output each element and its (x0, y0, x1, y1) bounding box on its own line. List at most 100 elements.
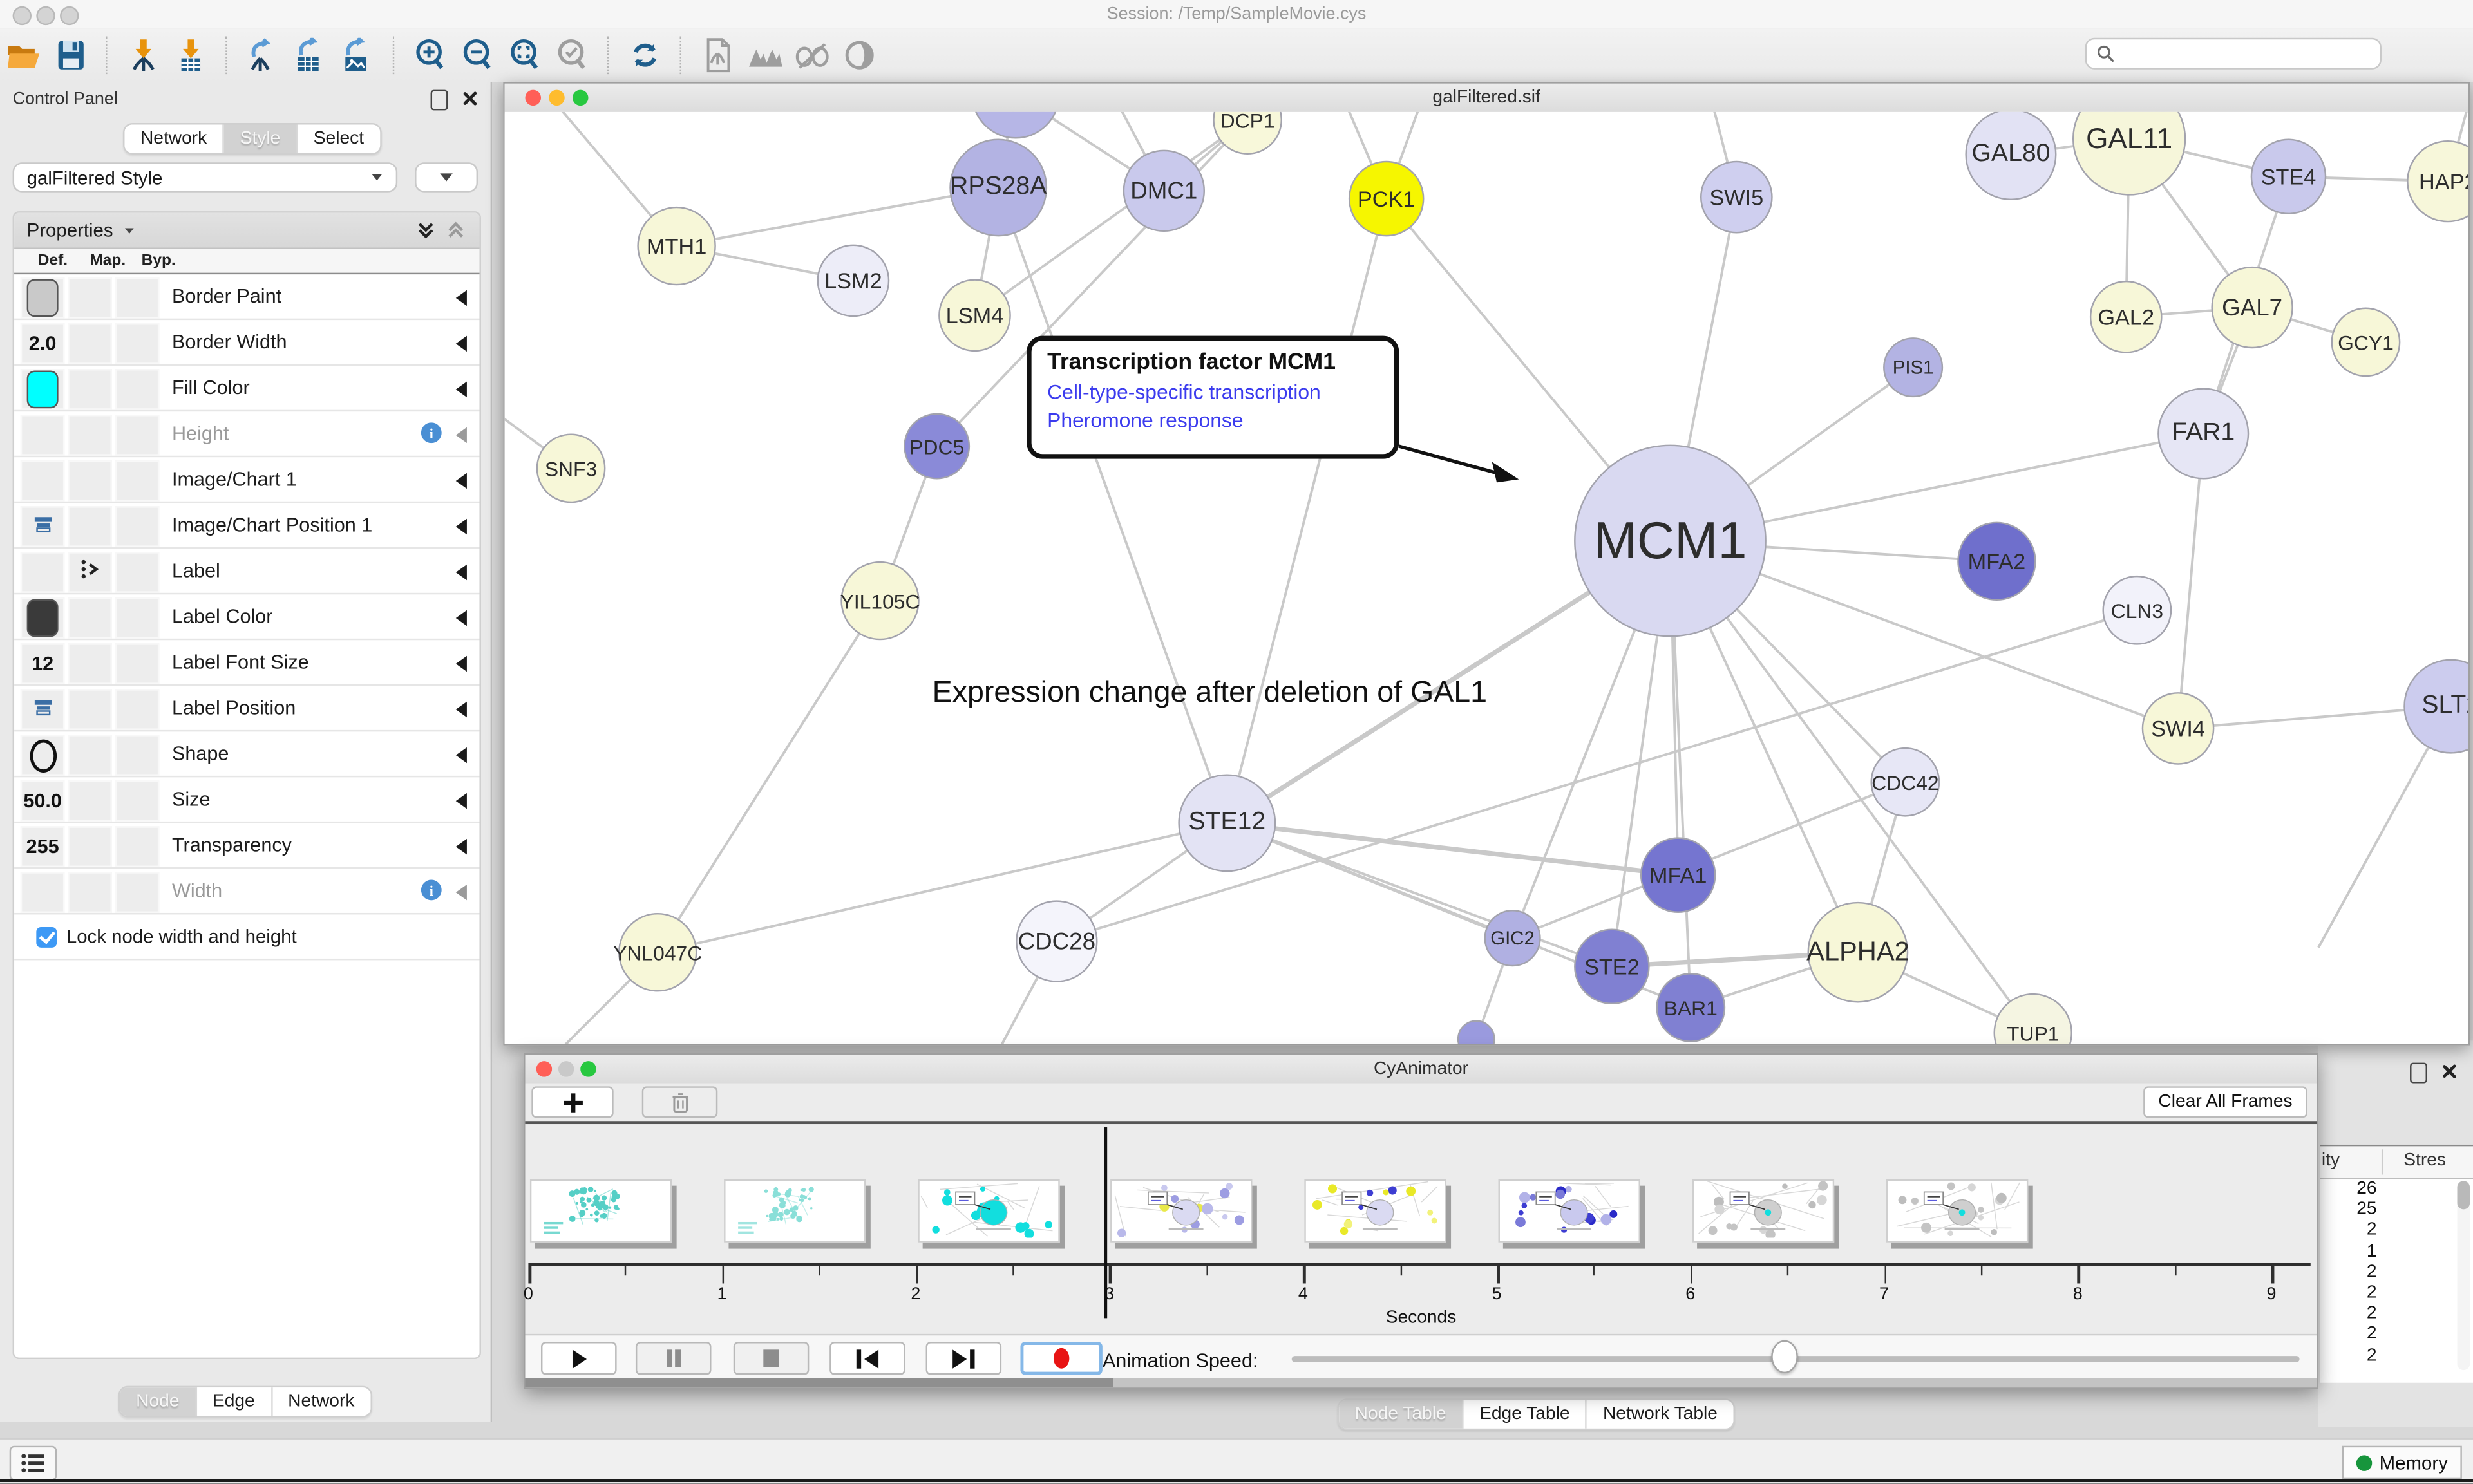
default-cell[interactable] (21, 735, 65, 776)
property-row-size[interactable]: 50.0 Size (14, 777, 479, 823)
property-row-label-color[interactable]: Label Color (14, 594, 479, 640)
default-cell[interactable] (21, 872, 65, 913)
expand-row-icon[interactable] (456, 610, 467, 626)
style-selector[interactable]: galFiltered Style (13, 162, 398, 193)
ellipse-shape-icon[interactable] (29, 738, 56, 771)
mapping-cell[interactable] (68, 826, 112, 867)
bypass-cell[interactable] (115, 277, 160, 319)
default-cell[interactable] (21, 415, 65, 456)
network-node-dmc1[interactable]: DMC1 (1123, 150, 1205, 232)
skip-to-start-button[interactable] (829, 1342, 905, 1375)
properties-header[interactable]: Properties (14, 213, 479, 249)
animation-frame-7[interactable] (1692, 1179, 1833, 1243)
play-button[interactable] (541, 1342, 617, 1375)
animation-frame-1[interactable] (530, 1179, 672, 1243)
mapping-cell[interactable] (68, 643, 112, 684)
network-node-cln3[interactable]: CLN3 (2102, 576, 2172, 645)
table-cell[interactable]: 2 (2320, 1263, 2376, 1283)
default-cell[interactable] (21, 689, 65, 730)
expand-row-icon[interactable] (456, 656, 467, 672)
network-node-pdc5[interactable]: PDC5 (904, 413, 970, 480)
network-node-gal7[interactable]: GAL7 (2211, 267, 2293, 348)
network-node-ste4[interactable]: STE4 (2251, 139, 2327, 215)
table-cell[interactable]: 2 (2320, 1346, 2376, 1367)
add-frame-button[interactable] (531, 1086, 613, 1118)
network-node-ste12[interactable]: STE12 (1178, 774, 1276, 872)
expand-row-icon[interactable] (456, 427, 467, 443)
network-node-mcm1[interactable]: MCM1 (1574, 445, 1767, 637)
network-node-lsm4[interactable]: LSM4 (938, 279, 1011, 352)
collapse-all-icon[interactable] (415, 219, 437, 241)
network-node-snf3[interactable]: SNF3 (536, 433, 606, 503)
tab-node[interactable]: Node (120, 1387, 197, 1416)
export-table-button[interactable] (294, 38, 328, 73)
mapping-cell[interactable] (68, 369, 112, 410)
discrete-mapping-icon[interactable] (79, 558, 100, 588)
network-node-ste2[interactable]: STE2 (1574, 928, 1650, 1004)
save-button[interactable] (53, 38, 88, 73)
expand-all-icon[interactable] (445, 219, 467, 241)
expand-row-icon[interactable] (456, 336, 467, 352)
bypass-cell[interactable] (115, 826, 160, 867)
record-button[interactable] (1020, 1342, 1102, 1375)
tab-node-table[interactable]: Node Table (1339, 1400, 1463, 1429)
delete-frame-button[interactable] (642, 1086, 718, 1118)
bypass-cell[interactable] (115, 780, 160, 822)
zoom-fit-button[interactable] (508, 38, 543, 73)
expand-row-icon[interactable] (456, 382, 467, 397)
default-cell[interactable] (21, 552, 65, 593)
default-cell[interactable]: 255 (21, 826, 65, 867)
export-network-button[interactable] (246, 38, 281, 73)
float-panel-icon[interactable] (431, 90, 448, 111)
default-cell[interactable]: 2.0 (21, 323, 65, 364)
expand-row-icon[interactable] (456, 702, 467, 717)
checkbox-checked-icon[interactable] (36, 926, 57, 947)
mapping-cell[interactable] (68, 735, 112, 776)
search-input[interactable] (2085, 38, 2382, 70)
mapping-cell[interactable] (68, 780, 112, 822)
bypass-cell[interactable] (115, 506, 160, 547)
expand-row-icon[interactable] (456, 290, 467, 306)
bypass-cell[interactable] (115, 552, 160, 593)
pause-button[interactable] (636, 1342, 712, 1375)
tab-network[interactable]: Network (124, 124, 224, 153)
property-row-image-chart-1[interactable]: Image/Chart 1 (14, 457, 479, 503)
network-node-tup1[interactable]: TUP1 (1994, 993, 2072, 1044)
property-row-transparency[interactable]: 255 Transparency (14, 823, 479, 869)
playhead[interactable] (1104, 1127, 1106, 1318)
property-row-fill-color[interactable]: Fill Color (14, 366, 479, 411)
network-node-mth1[interactable]: MTH1 (637, 207, 715, 285)
default-swatch[interactable] (27, 371, 59, 409)
close-panel-icon[interactable] (460, 90, 478, 108)
property-row-border-width[interactable]: 2.0 Border Width (14, 320, 479, 366)
default-value[interactable]: 12 (32, 653, 53, 675)
table-header[interactable]: ity Stres (2320, 1146, 2473, 1179)
mapping-cell[interactable] (68, 552, 112, 593)
bypass-cell[interactable] (115, 323, 160, 364)
network-node-dcp1[interactable]: DCP1 (1213, 112, 1282, 155)
default-cell[interactable] (21, 460, 65, 502)
table-cell[interactable]: 25 (2320, 1200, 2376, 1221)
default-cell[interactable]: 12 (21, 643, 65, 684)
network-node-ynl047c[interactable]: YNL047C (618, 913, 697, 991)
property-row-label[interactable]: Label (14, 549, 479, 594)
clone-network-button[interactable] (700, 38, 735, 73)
close-table-panel-icon[interactable] (2440, 1063, 2458, 1080)
annotation-link[interactable]: Pheromone response (1047, 408, 1378, 432)
property-row-label-position[interactable]: Label Position (14, 686, 479, 731)
tab-edge[interactable]: Edge (196, 1387, 272, 1416)
default-cell[interactable]: 50.0 (21, 780, 65, 822)
network-node-gal2[interactable]: GAL2 (2090, 281, 2163, 353)
table-cell[interactable]: 2 (2320, 1325, 2376, 1346)
bypass-cell[interactable] (115, 460, 160, 502)
animation-frame-5[interactable] (1305, 1179, 1446, 1243)
cyanimator-scrollbar[interactable] (526, 1378, 2317, 1387)
mapping-cell[interactable] (68, 689, 112, 730)
import-table-button[interactable] (173, 38, 208, 73)
default-cell[interactable] (21, 277, 65, 319)
animation-frame-8[interactable] (1886, 1179, 2027, 1243)
table-cell[interactable]: 1 (2320, 1242, 2376, 1263)
clear-all-frames-button[interactable]: Clear All Frames (2143, 1086, 2307, 1118)
animation-frame-6[interactable] (1499, 1179, 1640, 1243)
network-node-node_top[interactable] (972, 112, 1060, 139)
